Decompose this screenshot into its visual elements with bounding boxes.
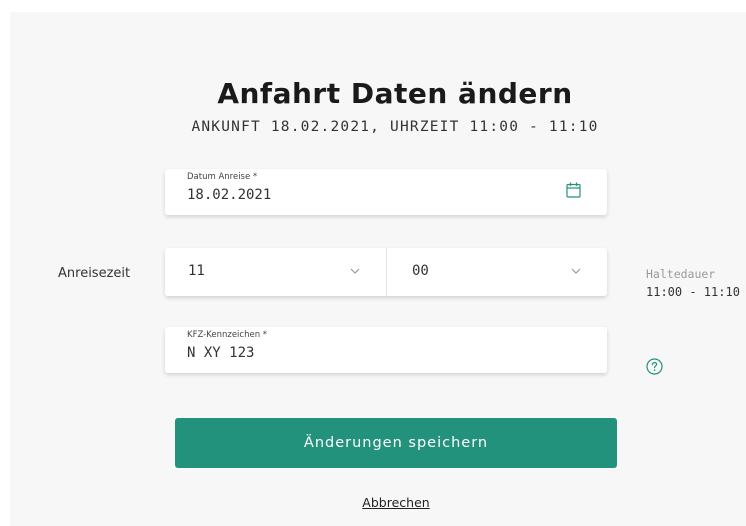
license-plate-field[interactable]: KFZ-Kennzeichen * N XY 123 xyxy=(165,327,607,373)
arrival-time-field: 11 00 xyxy=(165,248,607,296)
minute-value: 00 xyxy=(412,263,429,279)
hold-duration-value: 11:00 - 11:10 xyxy=(646,285,740,299)
dialog-title: Anfahrt Daten ändern xyxy=(217,77,573,110)
license-plate-label: KFZ-Kennzeichen * xyxy=(187,330,268,340)
hour-select[interactable]: 11 xyxy=(165,248,387,296)
cancel-link[interactable]: Abbrechen xyxy=(362,495,429,510)
license-plate-value[interactable]: N XY 123 xyxy=(187,345,254,361)
arrival-date-value[interactable]: 18.02.2021 xyxy=(187,187,271,203)
arrival-date-field[interactable]: Datum Anreise * 18.02.2021 xyxy=(165,169,607,215)
cancel-link-row: Abbrechen xyxy=(10,492,746,511)
hour-value: 11 xyxy=(188,263,205,279)
hold-duration-label: Haltedauer xyxy=(646,267,716,281)
minute-select[interactable]: 00 xyxy=(387,248,607,296)
chevron-down-icon xyxy=(571,268,581,274)
calendar-icon[interactable] xyxy=(566,182,581,198)
arrival-date-label: Datum Anreise * xyxy=(187,172,258,182)
arrival-summary: ANKUNFT 18.02.2021, UHRZEIT 11:00 - 11:1… xyxy=(191,119,599,135)
arrival-time-label: Anreisezeit xyxy=(58,266,131,281)
help-icon[interactable] xyxy=(646,358,663,375)
chevron-down-icon xyxy=(350,268,360,274)
save-changes-button[interactable]: Änderungen speichern xyxy=(175,418,617,468)
